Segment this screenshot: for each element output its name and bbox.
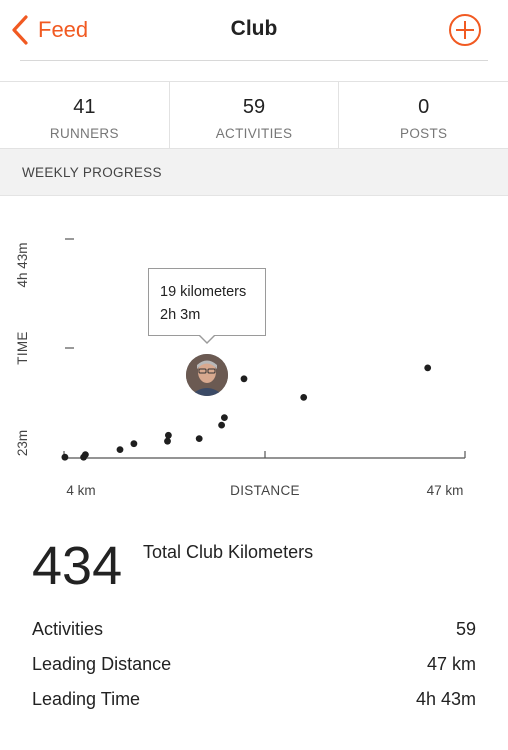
data-point xyxy=(130,440,138,448)
data-point xyxy=(165,431,172,439)
stat-label: RUNNERS xyxy=(49,126,119,141)
summary-row-leading-distance: Leading Distance 47 km xyxy=(32,654,476,682)
data-point xyxy=(82,451,89,458)
stat-posts[interactable]: 0 POSTS xyxy=(339,82,508,148)
navbar-divider xyxy=(20,60,488,61)
row-label: Leading Time xyxy=(32,689,141,709)
tooltip-pointer-fill xyxy=(199,334,215,342)
stat-activities[interactable]: 59 ACTIVITIES xyxy=(170,82,340,148)
tooltip-distance: 19 kilometers xyxy=(160,284,247,300)
chart-tooltip: 19 kilometers 2h 3m xyxy=(148,268,266,336)
stat-label: ACTIVITIES xyxy=(215,126,293,141)
summary-row-leading-time: Leading Time 4h 43m xyxy=(32,689,476,717)
data-point xyxy=(221,414,228,421)
data-point xyxy=(424,364,432,372)
tooltip-time: 2h 3m xyxy=(160,307,201,323)
plus-circle-icon[interactable] xyxy=(448,13,482,47)
data-point xyxy=(164,437,171,445)
x-axis-title: DISTANCE xyxy=(230,483,300,498)
data-point xyxy=(116,446,124,453)
x-tick-label: 4 km xyxy=(66,483,95,498)
stat-runners[interactable]: 41 RUNNERS xyxy=(0,82,170,148)
weekly-progress-chart: 4 km 47 km DISTANCE 23m 4h 43m TIME xyxy=(0,196,508,516)
y-tick-label: 23m xyxy=(15,430,30,456)
scatter-plot: 4 km 47 km DISTANCE 23m 4h 43m TIME xyxy=(15,238,466,498)
section-title: WEEKLY PROGRESS xyxy=(22,165,162,180)
x-tick-label: 47 km xyxy=(427,483,464,498)
row-label: Leading Distance xyxy=(32,654,172,674)
section-header: WEEKLY PROGRESS xyxy=(0,149,508,196)
stat-label: POSTS xyxy=(400,126,448,141)
total-kilometers-label: Total Club Kilometers xyxy=(143,542,314,562)
stat-value: 59 xyxy=(242,96,266,118)
row-value: 47 km xyxy=(426,654,476,674)
stat-value: 0 xyxy=(418,96,430,118)
row-label: Activities xyxy=(32,619,104,639)
summary-row-activities: Activities 59 xyxy=(32,619,476,647)
data-point xyxy=(300,394,308,401)
total-kilometers-value: 434 xyxy=(32,536,123,596)
data-point xyxy=(61,453,69,461)
row-value: 4h 43m xyxy=(415,689,476,709)
y-tick-label: 4h 43m xyxy=(15,242,30,287)
club-stats: 41 RUNNERS 59 ACTIVITIES 0 POSTS xyxy=(0,81,508,149)
stat-value: 41 xyxy=(73,96,96,118)
page-title: Club xyxy=(230,17,278,40)
data-point xyxy=(218,421,226,429)
avatar[interactable] xyxy=(186,354,228,396)
row-value: 59 xyxy=(455,619,476,639)
data-point xyxy=(240,375,248,383)
navigation-bar: Feed Club xyxy=(0,0,508,60)
data-point xyxy=(195,435,203,442)
y-axis-title: TIME xyxy=(15,331,30,364)
